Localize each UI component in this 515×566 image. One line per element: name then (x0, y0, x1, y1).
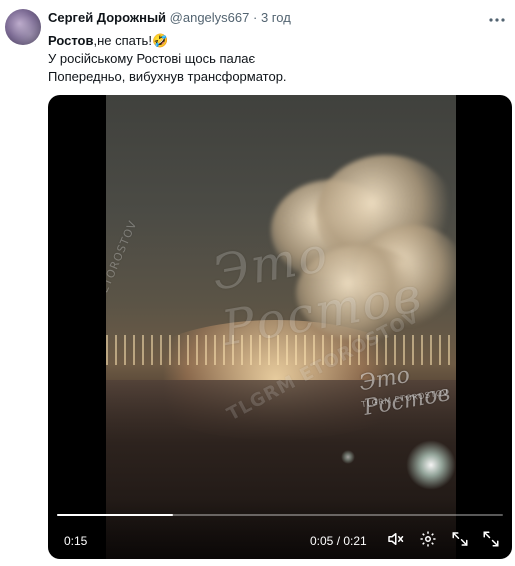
mute-button[interactable] (385, 531, 405, 551)
tweet: Сергей Дорожный @angelys667 · 3 год Рост… (0, 0, 515, 566)
progress-fill (57, 514, 173, 516)
hashtag-rostov[interactable]: Ростов (48, 33, 93, 48)
tweet-text-line-3: Попередньо, вибухнув трансформатор. (48, 69, 287, 84)
video-controls: 0:15 0:05 / 0:21 (48, 499, 512, 559)
video-player[interactable]: Это Ростов VK.COM/ETOROSTOV TLGRM ETOROS… (48, 95, 512, 559)
gear-icon (419, 530, 437, 553)
fullscreen-icon (482, 530, 500, 553)
speaker-muted-icon (386, 530, 404, 553)
light-spot (341, 450, 355, 464)
light-spot (406, 440, 456, 490)
tweet-text: Ростов,не спать!🤣 У російському Ростові … (48, 32, 498, 86)
current-time-left: 0:15 (64, 534, 88, 548)
separator-dot: · (253, 10, 258, 25)
author-handle[interactable]: @angelys667 (170, 10, 250, 25)
pip-button[interactable] (450, 531, 470, 551)
video-frame[interactable]: Это Ростов VK.COM/ETOROSTOV TLGRM ETOROS… (106, 95, 456, 559)
emoji: 🤣 (151, 33, 169, 48)
avatar[interactable] (5, 9, 41, 45)
watermark-side: VK.COM/ETOROSTOV (106, 218, 140, 346)
settings-button[interactable] (418, 531, 438, 551)
more-button[interactable] (487, 10, 507, 26)
tweet-header: Сергей Дорожный @angelys667 · 3 год (48, 10, 291, 26)
tweet-text-line-1: Ростов,не спать!🤣 (48, 32, 498, 50)
time-readout: 0:05 / 0:21 (310, 534, 367, 548)
more-icon (489, 9, 505, 27)
tweet-text-line-1-rest: ,не спать! (93, 33, 152, 48)
tweet-text-line-2: У російському Ростові щось палає (48, 51, 256, 66)
fullscreen-button[interactable] (481, 531, 501, 551)
progress-bar[interactable] (57, 514, 503, 516)
tweet-time[interactable]: 3 год (261, 10, 291, 25)
author-name[interactable]: Сергей Дорожный (48, 10, 166, 25)
picture-in-picture-icon (451, 530, 469, 553)
